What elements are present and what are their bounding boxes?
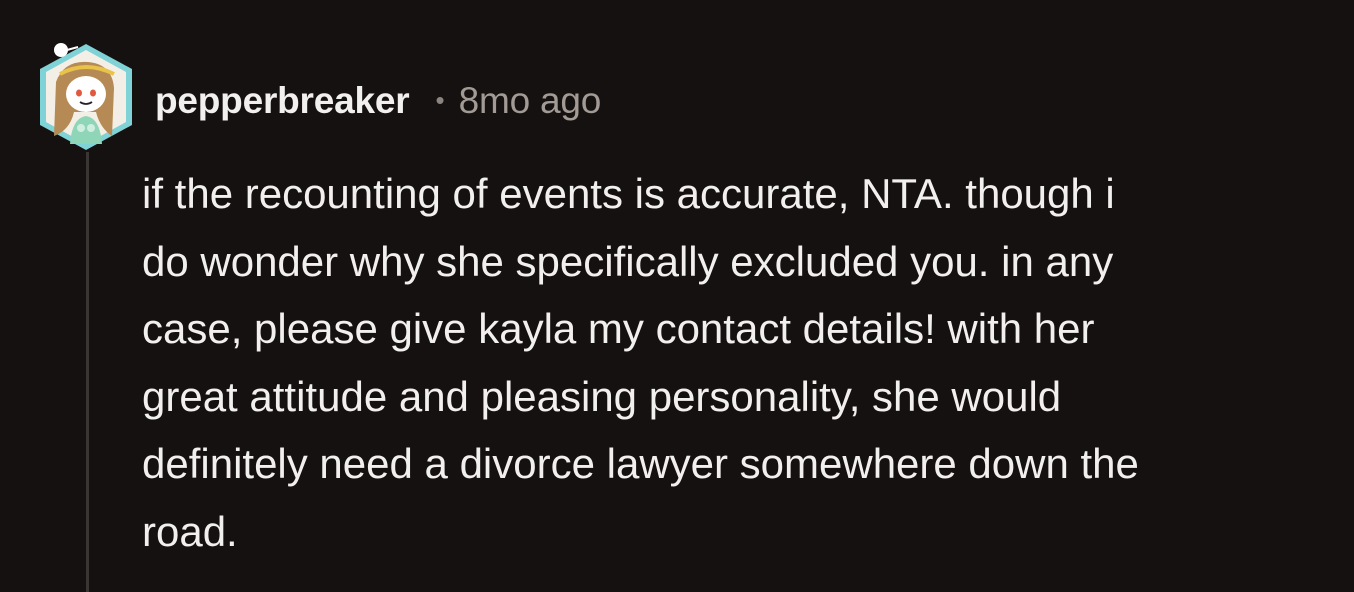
username-link[interactable]: pepperbreaker xyxy=(155,80,410,122)
comment-line: if the recounting of events is accurate,… xyxy=(142,170,1115,217)
comment-line: great attitude and pleasing personality,… xyxy=(142,372,1062,420)
thread-line[interactable] xyxy=(86,152,89,592)
avatar[interactable] xyxy=(34,38,138,156)
comment-line: do wonder why she specifically excluded … xyxy=(142,237,1114,285)
comment-header: pepperbreaker • 8mo ago xyxy=(155,78,601,124)
comment-line: road. xyxy=(142,507,238,555)
comment-body: if the recounting of events is accurate,… xyxy=(142,160,1332,566)
snoo-avatar-icon xyxy=(40,43,132,150)
comment-line: case, please give kayla my contact detai… xyxy=(142,305,1095,353)
comment-line: definitely need a divorce lawyer somewhe… xyxy=(142,440,1139,488)
comment-timestamp[interactable]: 8mo ago xyxy=(459,80,602,122)
meta-separator: • xyxy=(435,84,445,115)
